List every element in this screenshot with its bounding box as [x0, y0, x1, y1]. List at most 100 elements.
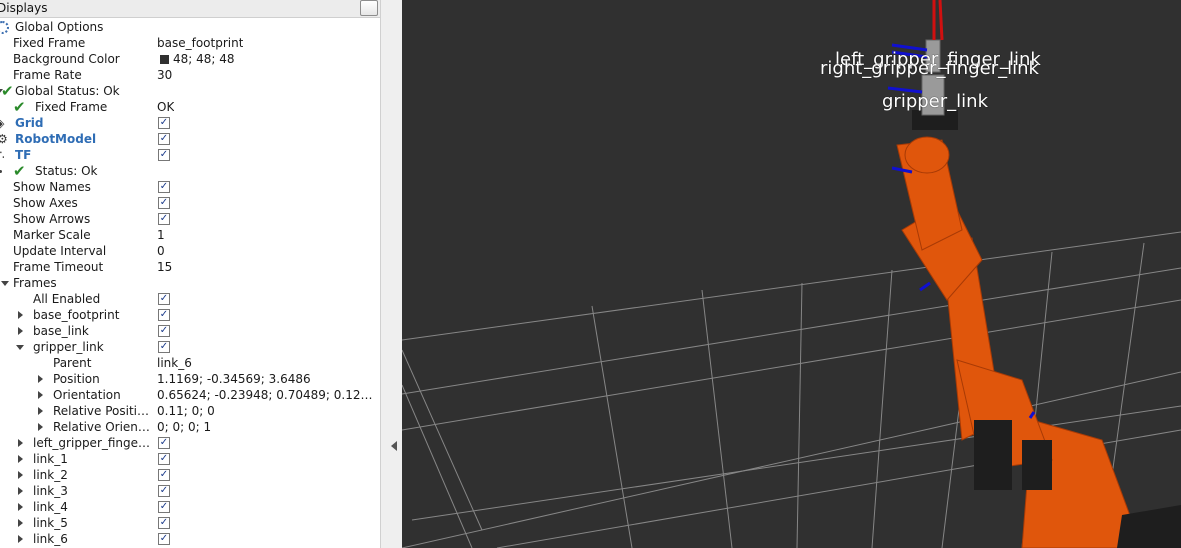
row-label: All Enabled — [33, 292, 101, 306]
frame-enabled-checkbox[interactable]: ✓ — [158, 517, 170, 529]
background-color-value[interactable]: 48; 48; 48 — [160, 51, 235, 67]
fixed-frame-value[interactable]: base_footprint — [157, 35, 243, 51]
tree-row-robotmodel[interactable]: ⚙ RobotModel ✓ — [0, 131, 380, 147]
row-label: Frames — [13, 276, 57, 290]
tree-row-marker-scale[interactable]: Marker Scale 1 — [0, 227, 380, 243]
chevron-right-icon[interactable] — [18, 311, 23, 319]
row-label: Parent — [53, 356, 92, 370]
marker-scale-value[interactable]: 1 — [157, 227, 165, 243]
show-axes-checkbox[interactable]: ✓ — [158, 197, 170, 209]
chevron-right-icon[interactable] — [18, 439, 23, 447]
frame-enabled-checkbox[interactable]: ✓ — [158, 453, 170, 465]
robotmodel-enabled-checkbox[interactable]: ✓ — [158, 133, 170, 145]
tree-row-grid[interactable]: ◈ Grid ✓ — [0, 115, 380, 131]
background-color-text: 48; 48; 48 — [173, 52, 235, 66]
tree-row-frame-link-3[interactable]: link_3 ✓ — [0, 483, 380, 499]
row-label: base_footprint — [33, 308, 120, 322]
tree-row-frame-gripper-link[interactable]: gripper_link ✓ — [0, 339, 380, 355]
show-names-checkbox[interactable]: ✓ — [158, 181, 170, 193]
tf-enabled-checkbox[interactable]: ✓ — [158, 149, 170, 161]
fixed-frame-status-value: OK — [157, 100, 175, 114]
all-enabled-checkbox[interactable]: ✓ — [158, 293, 170, 305]
tree-row-fixed-frame-status[interactable]: ✔ Fixed Frame OK — [0, 99, 380, 115]
color-swatch-icon — [160, 55, 169, 64]
frame-enabled-checkbox[interactable]: ✓ — [158, 469, 170, 481]
tree-row-orientation[interactable]: Orientation 0.65624; -0.23948; 0.70489; … — [0, 387, 380, 403]
tree-row-fixed-frame[interactable]: Fixed Frame base_footprint — [0, 35, 380, 51]
tree-row-show-names[interactable]: Show Names ✓ — [0, 179, 380, 195]
chevron-right-icon[interactable] — [38, 423, 43, 431]
update-interval-value[interactable]: 0 — [157, 243, 165, 259]
row-label: Grid — [15, 116, 44, 130]
chevron-right-icon[interactable] — [38, 407, 43, 415]
tree-row-tf-status[interactable]: ✔ Status: Ok — [0, 163, 380, 179]
panel-title: Displays — [0, 1, 48, 15]
grid-enabled-checkbox[interactable]: ✓ — [158, 117, 170, 129]
frame-enabled-checkbox[interactable]: ✓ — [158, 309, 170, 321]
tree-row-frame-link-1[interactable]: link_1 ✓ — [0, 451, 380, 467]
chevron-right-icon[interactable] — [18, 535, 23, 543]
tree-row-frame-link-5[interactable]: link_5 ✓ — [0, 515, 380, 531]
chevron-right-icon[interactable] — [18, 487, 23, 495]
row-label: Global Status: Ok — [15, 84, 120, 98]
tree-row-frame-link-2[interactable]: link_2 ✓ — [0, 467, 380, 483]
render-viewport[interactable]: left_gripper_finger_link right_gripper_f… — [402, 0, 1181, 548]
tree-row-parent[interactable]: Parent link_6 — [0, 355, 380, 371]
chevron-right-icon[interactable] — [18, 455, 23, 463]
collapse-panel-arrow-icon[interactable] — [391, 441, 397, 451]
tree-row-frame-left-gripper-finger[interactable]: left_gripper_finge… ✓ — [0, 435, 380, 451]
grid-icon: ◈ — [0, 117, 5, 130]
tree-row-update-interval[interactable]: Update Interval 0 — [0, 243, 380, 259]
chevron-right-icon[interactable] — [18, 519, 23, 527]
frame-enabled-checkbox[interactable]: ✓ — [158, 341, 170, 353]
tree-row-frame-link-4[interactable]: link_4 ✓ — [0, 499, 380, 515]
frame-timeout-value[interactable]: 15 — [157, 259, 172, 275]
frame-enabled-checkbox[interactable]: ✓ — [158, 533, 170, 545]
row-label: base_link — [33, 324, 89, 338]
tree-row-relative-position[interactable]: Relative Positi… 0.11; 0; 0 — [0, 403, 380, 419]
ok-check-icon: ✔ — [1, 82, 14, 100]
tree-row-frame-base-footprint[interactable]: base_footprint ✓ — [0, 307, 380, 323]
tree-row-frame-base-link[interactable]: base_link ✓ — [0, 323, 380, 339]
tree-row-show-axes[interactable]: Show Axes ✓ — [0, 195, 380, 211]
scene-svg — [402, 0, 1181, 548]
tree-row-tf[interactable]: ∴ TF ✓ — [0, 147, 380, 163]
chevron-down-icon[interactable] — [16, 345, 24, 350]
tree-row-frame-link-6[interactable]: link_6 ✓ — [0, 531, 380, 547]
tree-row-frames[interactable]: Frames — [0, 275, 380, 291]
tree-row-frame-timeout[interactable]: Frame Timeout 15 — [0, 259, 380, 275]
show-arrows-checkbox[interactable]: ✓ — [158, 213, 170, 225]
tree-row-show-arrows[interactable]: Show Arrows ✓ — [0, 211, 380, 227]
chevron-right-icon[interactable] — [18, 503, 23, 511]
row-label: link_4 — [33, 500, 68, 514]
chevron-down-icon[interactable] — [1, 281, 9, 286]
tree-row-relative-orientation[interactable]: Relative Orien… 0; 0; 0; 1 — [0, 419, 380, 435]
frame-enabled-checkbox[interactable]: ✓ — [158, 437, 170, 449]
tree-row-position[interactable]: Position 1.1169; -0.34569; 3.6486 — [0, 371, 380, 387]
tree-row-all-enabled[interactable]: All Enabled ✓ — [0, 291, 380, 307]
row-label: TF — [15, 148, 32, 162]
frame-enabled-checkbox[interactable]: ✓ — [158, 325, 170, 337]
tree-row-frame-rate[interactable]: Frame Rate 30 — [0, 67, 380, 83]
chevron-right-icon[interactable] — [18, 471, 23, 479]
panel-float-button[interactable] — [360, 0, 378, 16]
frame-enabled-checkbox[interactable]: ✓ — [158, 485, 170, 497]
chevron-right-icon[interactable] — [38, 391, 43, 399]
tree-row-global-options[interactable]: Global Options — [0, 19, 380, 35]
panel-splitter[interactable] — [380, 0, 403, 548]
chevron-right-icon[interactable] — [38, 375, 43, 383]
row-label: Status: Ok — [35, 164, 98, 178]
parent-value: link_6 — [157, 356, 192, 370]
chevron-right-icon[interactable] — [18, 327, 23, 335]
row-label: RobotModel — [15, 132, 97, 146]
frame-rate-value[interactable]: 30 — [157, 67, 172, 83]
row-label: Frame Timeout — [13, 260, 104, 274]
tree-row-global-status[interactable]: ✔ Global Status: Ok — [0, 83, 380, 99]
bullet-icon — [0, 170, 2, 173]
tree-row-background-color[interactable]: Background Color 48; 48; 48 — [0, 51, 380, 67]
row-label: gripper_link — [33, 340, 104, 354]
row-label: Relative Positi… — [53, 404, 149, 418]
row-label: link_1 — [33, 452, 68, 466]
frame-enabled-checkbox[interactable]: ✓ — [158, 501, 170, 513]
row-label: link_6 — [33, 532, 68, 546]
